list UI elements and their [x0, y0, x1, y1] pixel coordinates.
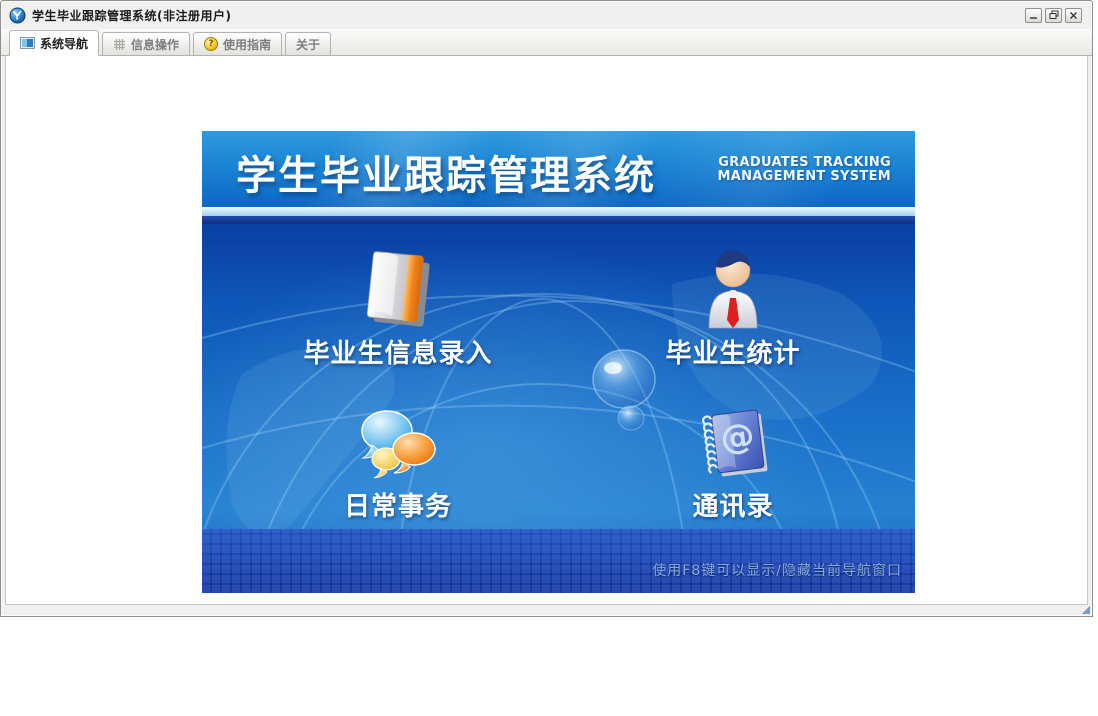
banner-light-band: [202, 207, 915, 216]
window-title: 学生毕业跟踪管理系统(非注册用户): [32, 8, 232, 23]
help-coin-icon: ?: [204, 37, 219, 51]
nav-item-graduate-info-entry[interactable]: 毕业生信息录入: [258, 246, 538, 370]
nav-item-label: 毕业生统计: [665, 339, 801, 369]
nav-item-label: 日常事务: [343, 492, 452, 522]
banner-subtitle-line1: GRADUATES TRACKING: [718, 155, 891, 170]
nav-item-daily-affairs[interactable]: 日常事务: [258, 399, 538, 523]
tab-label: 关于: [296, 37, 321, 52]
tab-label: 系统导航: [40, 36, 89, 51]
close-icon: [1070, 11, 1077, 19]
tab-info-operations[interactable]: 信息操作: [102, 32, 191, 55]
banner-title: 学生毕业跟踪管理系统: [236, 153, 656, 199]
tab-label: 信息操作: [131, 37, 180, 52]
navigation-banner: 学生毕业跟踪管理系统 GRADUATES TRACKING MANAGEMENT…: [202, 131, 915, 593]
banner-subtitle: GRADUATES TRACKING MANAGEMENT SYSTEM: [717, 156, 891, 184]
window-controls: [1025, 7, 1084, 23]
nav-item-graduate-statistics[interactable]: 毕业生统计: [593, 246, 873, 370]
nav-item-address-book[interactable]: @ 通讯录: [593, 399, 873, 523]
banner-divider: [202, 216, 915, 224]
f8-hint-text: 使用F8键可以显示/隐藏当前导航窗口: [652, 563, 902, 579]
title-bar: 学生毕业跟踪管理系统(非注册用户): [1, 1, 1092, 29]
chat-bubbles-icon: [258, 399, 538, 483]
banner-body: 毕业生信息录入 毕业生统计 日常事务 @ 通讯录 使用F8键可以显示/隐藏当前导…: [202, 224, 915, 593]
resize-grip[interactable]: [1082, 606, 1090, 614]
app-window: 学生毕业跟踪管理系统(非注册用户) 系统导航 信息操作 ? 使用指南 关于 学生…: [0, 0, 1093, 617]
tab-about[interactable]: 关于: [285, 32, 332, 55]
minimize-button[interactable]: [1025, 7, 1042, 23]
tab-label: 使用指南: [223, 37, 272, 52]
businessman-icon: [593, 246, 873, 330]
close-button[interactable]: [1065, 7, 1082, 23]
window-panel-icon: [20, 37, 35, 49]
banner-header: 学生毕业跟踪管理系统 GRADUATES TRACKING MANAGEMENT…: [202, 131, 915, 207]
address-book-icon: @: [593, 399, 873, 483]
globe-app-icon: [9, 7, 26, 24]
tab-bar: 系统导航 信息操作 ? 使用指南 关于: [1, 29, 1092, 56]
nav-item-label: 毕业生信息录入: [303, 339, 493, 369]
nav-item-label: 通讯录: [692, 492, 774, 522]
at-glyph: @: [718, 416, 757, 460]
tab-user-guide[interactable]: ? 使用指南: [193, 32, 283, 55]
orange-notebook-icon: [258, 246, 538, 330]
banner-subtitle-line2: MANAGEMENT SYSTEM: [717, 169, 891, 184]
minimize-icon: [1030, 16, 1037, 19]
restore-icon: [1049, 10, 1058, 19]
tab-system-navigation[interactable]: 系统导航: [9, 30, 100, 56]
grid-icon: [113, 38, 126, 51]
question-glyph: ?: [208, 38, 214, 49]
restore-button[interactable]: [1045, 7, 1062, 23]
